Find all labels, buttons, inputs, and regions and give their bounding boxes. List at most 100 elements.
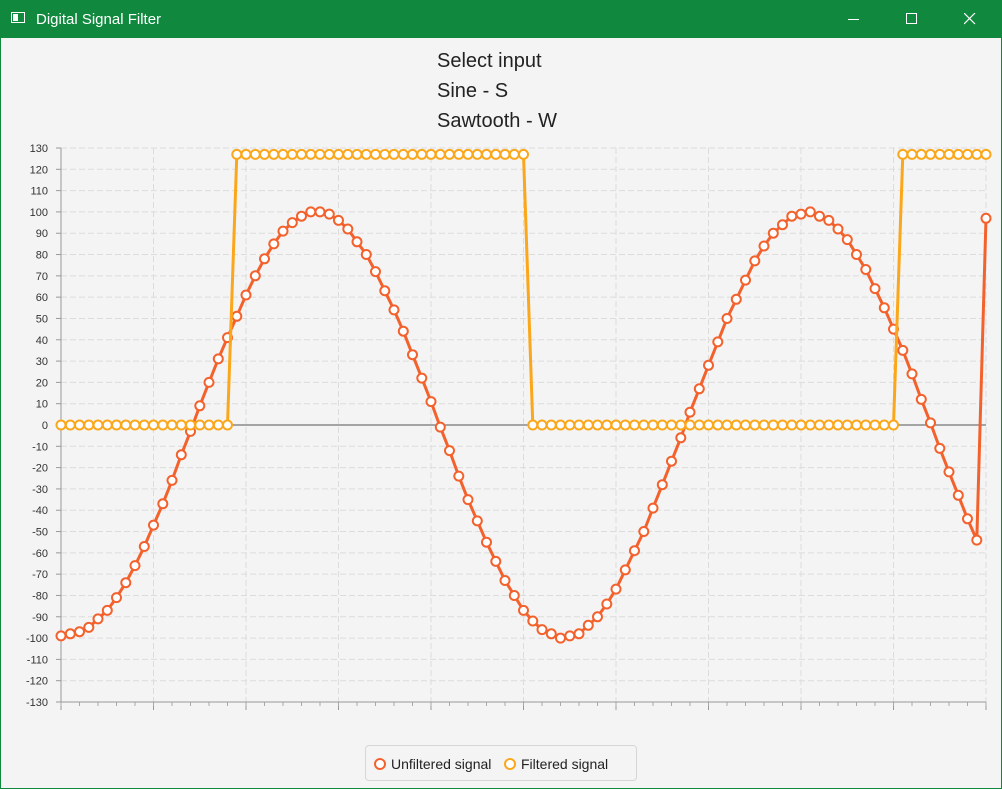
minimize-button[interactable] [831,1,877,38]
data-point-filtered-signal [971,148,983,160]
legend-label-unfiltered: Unfiltered signal [391,756,492,772]
y-tick-label: 0 [42,420,48,432]
data-point-unfiltered-signal [166,474,178,486]
data-point-filtered-signal [83,419,95,431]
data-point-filtered-signal [601,419,613,431]
data-point-unfiltered-signal [971,534,983,546]
data-point-filtered-signal [740,419,751,431]
data-point-unfiltered-signal [296,210,307,222]
data-point-unfiltered-signal [934,442,946,454]
data-point-unfiltered-signal [462,494,474,506]
data-point-unfiltered-signal [721,313,733,324]
data-point-filtered-signal [906,148,918,160]
data-point-filtered-signal [573,419,585,431]
data-point-unfiltered-signal [323,208,335,220]
data-point-unfiltered-signal [231,310,243,322]
data-point-filtered-signal [222,419,233,431]
data-point-unfiltered-signal [656,479,668,491]
data-point-unfiltered-signal [619,564,631,576]
data-point-filtered-signal [777,419,788,431]
data-point-unfiltered-signal [869,283,881,295]
data-point-filtered-signal [943,148,955,160]
data-point-filtered-signal [703,419,714,431]
data-point-filtered-signal [425,148,437,160]
data-point-unfiltered-signal [111,592,122,604]
data-point-unfiltered-signal [730,293,742,305]
data-point-unfiltered-signal [925,417,936,429]
data-point-filtered-signal [610,419,622,431]
data-point-unfiltered-signal [610,583,622,595]
minimize-icon [848,19,859,20]
data-point-unfiltered-signal [388,304,400,316]
title-bar[interactable]: Digital Signal Filter [1,1,1001,38]
data-point-filtered-signal [804,419,816,431]
data-point-filtered-signal [767,419,779,431]
data-point-unfiltered-signal [416,372,428,384]
y-tick-label: 70 [36,271,48,283]
y-tick-label: -30 [32,484,48,496]
data-point-filtered-signal [897,148,909,160]
data-point-unfiltered-signal [693,383,705,395]
app-window-icon [11,12,25,23]
data-point-unfiltered-signal [407,349,418,361]
data-point-unfiltered-signal [175,449,187,461]
legend-item-filtered: Filtered signal [504,756,608,772]
y-tick-label: -110 [27,654,48,666]
data-point-filtered-signal [499,148,511,160]
data-point-filtered-signal [832,419,844,431]
data-point-unfiltered-signal [259,253,270,265]
data-point-unfiltered-signal [481,536,492,548]
data-point-unfiltered-signal [434,421,446,433]
data-point-unfiltered-signal [138,541,150,552]
data-point-filtered-signal [342,148,354,160]
data-point-unfiltered-signal [841,234,853,246]
data-point-filtered-signal [490,148,502,160]
data-point-filtered-signal [74,419,85,431]
close-button[interactable] [947,1,993,38]
data-point-unfiltered-signal [851,249,862,260]
data-point-filtered-signal [786,419,798,431]
data-point-filtered-signal [231,148,243,160]
data-point-unfiltered-signal [74,626,85,638]
app-window: Digital Signal Filter Select input Sine … [0,0,1002,789]
data-point-filtered-signal [749,419,761,431]
data-point-filtered-signal [619,419,631,431]
data-point-unfiltered-signal [370,266,381,278]
data-point-unfiltered-signal [333,214,344,226]
y-tick-label: 50 [36,313,48,325]
data-point-filtered-signal [851,419,862,431]
close-icon [964,13,976,25]
data-point-filtered-signal [592,419,603,431]
data-point-unfiltered-signal [573,628,585,640]
data-point-filtered-signal [471,148,483,160]
data-point-unfiltered-signal [194,400,206,412]
data-point-unfiltered-signal [120,577,132,589]
data-point-unfiltered-signal [592,611,603,623]
data-point-unfiltered-signal [83,621,95,633]
data-point-unfiltered-signal [638,526,650,537]
data-point-filtered-signal [952,148,964,160]
y-tick-label: -120 [26,676,48,688]
legend-label-filtered: Filtered signal [521,756,609,772]
data-point-unfiltered-signal [564,630,576,642]
data-point-filtered-signal [185,419,196,431]
y-tick-label: 90 [36,228,48,240]
data-point-filtered-signal [508,148,520,160]
data-point-unfiltered-signal [342,223,354,235]
data-point-filtered-signal [481,148,492,160]
y-tick-label: 120 [30,164,48,176]
y-tick-label: 30 [36,356,48,368]
data-point-unfiltered-signal [249,270,261,282]
data-point-filtered-signal [814,419,825,431]
data-point-filtered-signal [277,148,289,160]
maximize-button[interactable] [889,1,935,38]
data-point-filtered-signal [860,419,872,431]
data-point-filtered-signal [305,148,317,160]
data-point-filtered-signal [712,419,724,431]
data-point-filtered-signal [333,148,344,160]
data-point-filtered-signal [758,419,770,431]
data-point-filtered-signal [194,419,206,431]
data-point-filtered-signal [370,148,381,160]
data-point-filtered-signal [888,419,899,431]
data-point-filtered-signal [638,419,650,431]
